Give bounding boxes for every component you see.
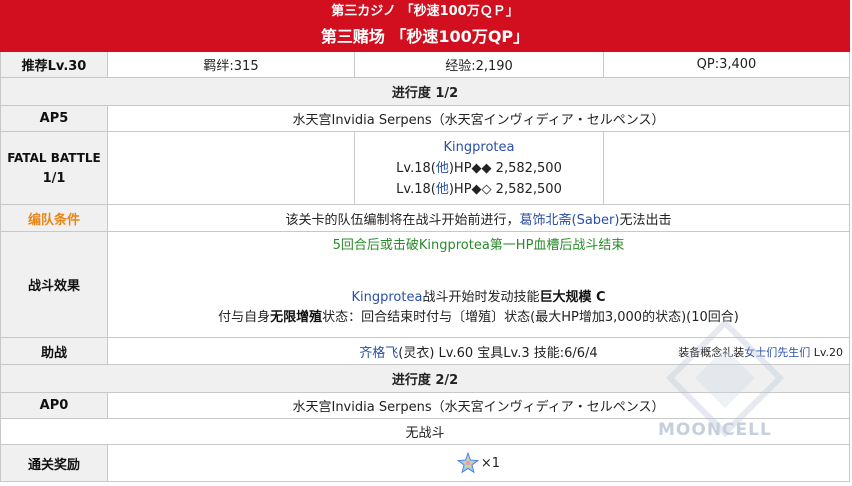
party-row: 编队条件 该关卡的队伍编制将在战斗开始前进行， 葛饰北斋(Saber) 无法出击: [0, 205, 850, 232]
support-servant-link[interactable]: 齐格飞: [359, 346, 398, 361]
progress-row-2: 进行度 2/2: [0, 365, 850, 393]
saint-quartz-icon[interactable]: [456, 451, 480, 474]
progress-label: 进行度 1/2: [1, 78, 850, 105]
battle-label: FATAL BATTLE 1/1: [1, 132, 108, 204]
support-servant-detail: (灵衣) Lv.60 宝具Lv.3 技能:6/6/4: [398, 345, 598, 361]
support-ce-level: Lv.20: [810, 346, 843, 359]
battle-row: FATAL BATTLE 1/1 Kingprotea Lv.18(他)HP◆◆…: [0, 132, 850, 205]
effect-detail-line: 付与自身无限增殖状态：回合结束时付与〔增殖〕状态(最大HP增加3,000的状态)…: [218, 308, 739, 328]
support-ce-pre: 装备概念礼装: [678, 346, 745, 359]
enemy-slot-empty-left: [108, 132, 355, 204]
effect-skill-mid: 战斗开始时发动技能: [422, 290, 540, 305]
effect-skill-name: 巨大规模 C: [539, 290, 606, 305]
reward-content: ×1: [108, 445, 850, 481]
enemy-name-link[interactable]: Kingprotea: [444, 137, 515, 158]
bond-value: 羁绊:315: [108, 52, 355, 77]
ap-cost-2: AP0: [1, 393, 108, 418]
effect-label: 战斗效果: [1, 232, 108, 337]
effect-end-condition: 5回合后或击破Kingprotea第一HP血槽后战斗结束: [332, 238, 625, 253]
effect-skill-line: Kingprotea战斗开始时发动技能巨大规模 C: [351, 288, 605, 308]
enemy-slot: Kingprotea Lv.18(他)HP◆◆ 2,582,500 Lv.18(…: [355, 132, 604, 204]
qp-value: QP:3,400: [604, 52, 850, 77]
enemy-hp-2: )HP◆◇ 2,582,500: [448, 181, 562, 197]
no-battle-row: 无战斗: [0, 419, 850, 445]
party-condition-text: 该关卡的队伍编制将在战斗开始前进行， 葛饰北斋(Saber) 无法出击: [108, 205, 850, 231]
ap-row-1: AP5 水天宫Invidia Serpens（水天宮インヴィディア・セルペンス）: [0, 106, 850, 132]
quest-title-cn: 第三赌场 「秒速100万QP」: [320, 27, 530, 46]
effect-detail-bold: 无限增殖: [270, 310, 323, 325]
support-row: 助战 齐格飞(灵衣) Lv.60 宝具Lv.3 技能:6/6/4 装备概念礼装女…: [0, 338, 850, 365]
enemy-slot-empty-right: [604, 132, 850, 204]
quest-header: 第三カジノ 「秒速100万ＱＰ」 第三赌场 「秒速100万QP」: [0, 0, 850, 52]
support-servant-info: 齐格飞(灵衣) Lv.60 宝具Lv.3 技能:6/6/4: [359, 342, 597, 361]
reward-count: ×1: [480, 455, 501, 471]
ap-cost: AP5: [1, 106, 108, 131]
support-content: 齐格飞(灵衣) Lv.60 宝具Lv.3 技能:6/6/4 装备概念礼装女士们先…: [108, 338, 850, 364]
effect-detail-pre: 付与自身: [218, 310, 271, 325]
recommended-level: 推荐Lv.30: [1, 52, 108, 77]
ap-row-2: AP0 水天宫Invidia Serpens（水天宮インヴィディア・セルペンス）: [0, 393, 850, 419]
exp-value: 经验:2,190: [355, 52, 604, 77]
effect-enemy-link[interactable]: Kingprotea: [351, 290, 422, 305]
no-battle-text: 无战斗: [1, 419, 850, 444]
enemy-hp-line-2: Lv.18(他)HP◆◇ 2,582,500: [396, 179, 562, 200]
progress-label-2: 进行度 2/2: [1, 365, 850, 392]
battle-label-count: 1/1: [42, 170, 66, 186]
party-condition-label: 编队条件: [1, 205, 108, 231]
support-label: 助战: [1, 338, 108, 364]
quest-title-jp: 第三カジノ 「秒速100万ＱＰ」: [331, 4, 519, 19]
support-ce-link[interactable]: 女士们先生们: [744, 346, 810, 359]
enemy-class-link-2[interactable]: 他: [436, 182, 449, 197]
support-ce-info: 装备概念礼装女士们先生们 Lv.20: [678, 344, 843, 360]
progress-row-1: 进行度 1/2: [0, 78, 850, 106]
effect-detail-post: 状态：回合结束时付与〔增殖〕状态(最大HP增加3,000的状态)(10回合): [322, 310, 739, 325]
info-row: 推荐Lv.30 羁绊:315 经验:2,190 QP:3,400: [0, 52, 850, 78]
location-name: 水天宫Invidia Serpens（水天宮インヴィディア・セルペンス）: [108, 106, 850, 131]
party-servant-link[interactable]: 葛饰北斋(Saber): [520, 209, 620, 228]
enemy-hp-line-1: Lv.18(他)HP◆◆ 2,582,500: [396, 158, 562, 179]
enemy-level-1: Lv.18(: [396, 160, 436, 176]
enemy-hp-1: )HP◆◆ 2,582,500: [448, 160, 562, 176]
reward-label: 通关奖励: [1, 445, 108, 481]
location-name-2: 水天宫Invidia Serpens（水天宮インヴィディア・セルペンス）: [108, 393, 850, 418]
reward-row: 通关奖励 ×1: [0, 445, 850, 482]
party-text-post: 无法出击: [619, 212, 672, 228]
battle-label-title: FATAL BATTLE: [7, 150, 101, 165]
quest-table: 第三カジノ 「秒速100万ＱＰ」 第三赌场 「秒速100万QP」 推荐Lv.30…: [0, 0, 850, 482]
effect-row: 战斗效果 5回合后或击破Kingprotea第一HP血槽后战斗结束 Kingpr…: [0, 232, 850, 338]
enemy-level-2: Lv.18(: [396, 181, 436, 197]
party-text-pre: 该关卡的队伍编制将在战斗开始前进行，: [285, 212, 520, 228]
effect-content: 5回合后或击破Kingprotea第一HP血槽后战斗结束 Kingprotea战…: [108, 232, 850, 337]
enemy-class-link-1[interactable]: 他: [436, 161, 449, 176]
